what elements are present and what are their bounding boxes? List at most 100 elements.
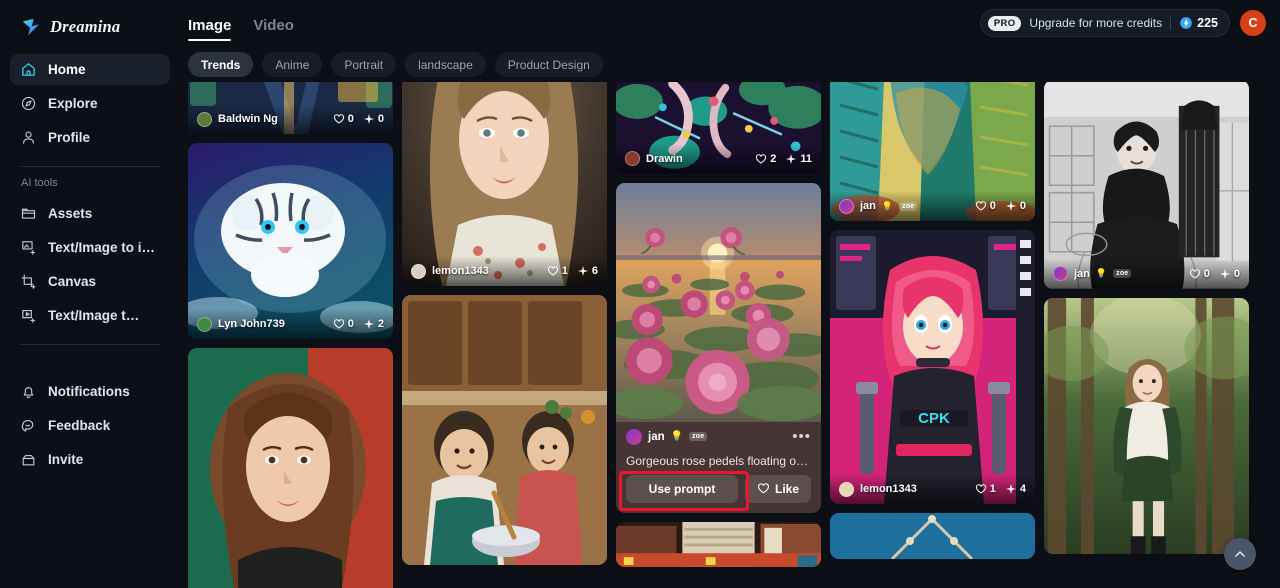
- image-generate-icon: [20, 239, 37, 256]
- sidebar-item-feedback[interactable]: Feedback: [10, 410, 170, 441]
- sidebar-item-text-image-to-image[interactable]: Text/Image to image: [10, 232, 170, 263]
- chat-bubble-icon: [20, 417, 37, 434]
- like-button[interactable]: Like: [745, 474, 811, 503]
- card-blue-abstract[interactable]: [830, 513, 1035, 559]
- like-stat: 2: [755, 153, 776, 165]
- card-meta: jan 💡 zoe 0 0: [1044, 258, 1249, 289]
- thumbnail: [616, 521, 821, 567]
- like-count: 0: [347, 113, 354, 125]
- card-stats: 0 0: [975, 200, 1026, 212]
- spark-stat: 0: [1219, 268, 1240, 280]
- use-prompt-button[interactable]: Use prompt: [626, 474, 738, 503]
- masonry-column-2: lemon1343 1 6: [402, 82, 607, 565]
- card-bw-fashion[interactable]: jan 💡 zoe 0 0: [1044, 82, 1249, 289]
- credit-coin-icon: [1179, 16, 1193, 30]
- topbar: Image Video PRO Upgrade for more credits: [180, 0, 1280, 46]
- sidebar-item-label: Invite: [48, 452, 84, 467]
- sidebar-item-canvas[interactable]: Canvas: [10, 266, 170, 297]
- sidebar-item-assets[interactable]: Assets: [10, 198, 170, 229]
- spark-icon: [1005, 484, 1016, 494]
- like-count: 1: [989, 483, 996, 495]
- compass-icon: [20, 95, 37, 112]
- home-icon: [20, 61, 37, 78]
- filter-chip-trends[interactable]: Trends: [188, 52, 254, 77]
- pro-badge: PRO: [987, 15, 1022, 31]
- thumbnail: [1044, 297, 1249, 555]
- sidebar-item-text-image-to-video[interactable]: Text/Image t…: [10, 300, 170, 331]
- card-meta: lemon1343 1 4: [830, 474, 1035, 504]
- video-generate-icon: [20, 307, 37, 324]
- card-badge: zoe: [1113, 269, 1132, 279]
- card-japanese-street[interactable]: [616, 521, 821, 567]
- card-meta: Baldwin Ng 0 0: [188, 104, 393, 134]
- sidebar-item-notifications[interactable]: Notifications: [10, 376, 170, 407]
- card-forest-woman[interactable]: [1044, 297, 1249, 555]
- card-username: Baldwin Ng: [218, 113, 278, 125]
- avatar: [197, 111, 212, 127]
- like-count: 2: [770, 152, 777, 165]
- card-username: lemon1343: [860, 483, 917, 495]
- thumbnail: [616, 182, 821, 422]
- heart-outline-icon: [333, 114, 344, 124]
- card-girl-dress[interactable]: lemon1343 1 6: [402, 82, 607, 286]
- sidebar-item-explore[interactable]: Explore: [10, 88, 170, 119]
- card-tiger[interactable]: Lyn John739 0 2: [188, 143, 393, 339]
- more-dots-icon[interactable]: •••: [792, 429, 811, 444]
- featured-author-row: jan 💡 zoe •••: [616, 422, 821, 447]
- filter-chip-anime[interactable]: Anime: [262, 52, 323, 77]
- spark-count: 11: [800, 152, 812, 165]
- sidebar-divider: [20, 166, 160, 167]
- sidebar-item-profile[interactable]: Profile: [10, 122, 170, 153]
- idea-bulb-icon: 💡: [670, 431, 684, 443]
- sidebar-item-invite[interactable]: Invite: [10, 444, 170, 475]
- avatar: [839, 481, 854, 497]
- main-content: Image Video PRO Upgrade for more credits: [180, 0, 1280, 588]
- credit-balance[interactable]: 225: [1179, 16, 1218, 30]
- sidebar-item-label: Feedback: [48, 418, 111, 433]
- bell-icon: [20, 383, 37, 400]
- card-stats: 0 0: [1189, 268, 1240, 280]
- brand[interactable]: Dreamina: [10, 0, 170, 54]
- filter-chip-product-design[interactable]: Product Design: [494, 52, 603, 77]
- pill-divider: [1170, 16, 1172, 30]
- avatar: [839, 198, 854, 214]
- card-jungle-hands[interactable]: Drawin 2 11: [616, 82, 821, 174]
- tab-video[interactable]: Video: [253, 3, 294, 46]
- filter-chip-landscape[interactable]: landscape: [405, 52, 486, 77]
- like-stat: 0: [975, 200, 996, 212]
- card-cyberpunk-anime[interactable]: CPK lemon1343 1 4: [830, 230, 1035, 504]
- spark-icon: [577, 266, 588, 276]
- card-portrait-girl[interactable]: [188, 348, 393, 588]
- thumbnail: [402, 295, 607, 565]
- featured-prompt-text: Gorgeous rose pedels floating on large…: [626, 453, 821, 468]
- like-stat: 0: [1189, 268, 1210, 280]
- user-avatar[interactable]: C: [1240, 10, 1266, 36]
- filter-chip-portrait[interactable]: Portrait: [331, 52, 397, 77]
- card-featured-roses[interactable]: jan 💡 zoe ••• Gorgeous rose pedels float…: [616, 182, 821, 513]
- topbar-right: PRO Upgrade for more credits 225 C: [979, 9, 1280, 37]
- upgrade-credits-pill[interactable]: PRO Upgrade for more credits 225: [979, 9, 1230, 37]
- image-feed-grid[interactable]: Baldwin Ng 0 0 Lyn John739 0 2 lemon1343…: [188, 82, 1280, 588]
- spark-count: 0: [1019, 200, 1026, 212]
- card-kitchen-cooking[interactable]: [402, 295, 607, 565]
- card-stats: 1 6: [547, 265, 598, 277]
- like-stat: 0: [333, 318, 354, 330]
- spark-stat: 4: [1005, 483, 1026, 495]
- spark-icon: [786, 153, 797, 164]
- card-username: Lyn John739: [218, 318, 285, 330]
- credit-value: 225: [1197, 16, 1218, 30]
- sidebar-item-home[interactable]: Home: [10, 54, 170, 85]
- spark-logo-icon: [20, 16, 42, 38]
- scroll-to-top-button[interactable]: [1224, 538, 1256, 570]
- card-stats: 0 2: [333, 318, 384, 330]
- heart-outline-icon: [975, 484, 986, 494]
- sidebar-item-label: Text/Image t…: [48, 308, 140, 323]
- like-stat: 1: [547, 265, 568, 277]
- tab-image[interactable]: Image: [188, 3, 232, 46]
- like-button-label: Like: [774, 481, 799, 496]
- content-type-tabs: Image Video: [188, 0, 294, 46]
- spark-count: 4: [1019, 483, 1026, 495]
- card-street[interactable]: Baldwin Ng 0 0: [188, 82, 393, 134]
- card-abstract-painting[interactable]: jan 💡 zoe 0 0: [830, 82, 1035, 221]
- like-count: 0: [989, 200, 996, 212]
